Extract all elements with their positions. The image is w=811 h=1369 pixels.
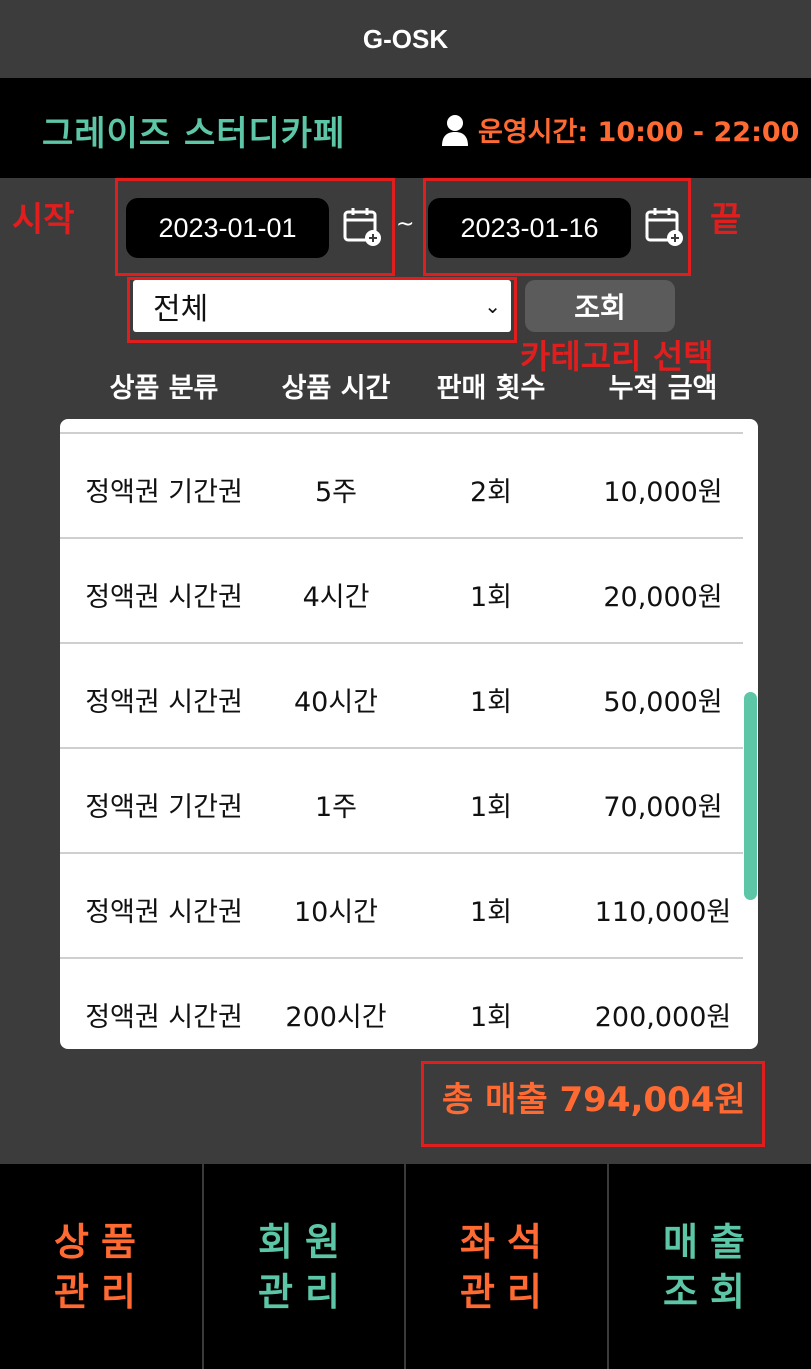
cell-sales-count: 1회 xyxy=(469,792,513,823)
bottom-nav: 상품 관리 회원 관리 좌석 관리 매출 조회 xyxy=(0,1164,811,1369)
cell-category: 정액권 시간권 xyxy=(85,687,243,718)
end-calendar-icon[interactable] xyxy=(645,206,685,246)
nav-sales-inquiry[interactable]: 매출 조회 xyxy=(609,1164,811,1369)
table-row[interactable]: 정액권 기간권 1주 1회 70,000원 xyxy=(60,747,743,852)
nav-label-line2: 관리 xyxy=(258,1269,352,1314)
column-header-category: 상품 분류 xyxy=(109,373,219,404)
cell-total-amount: 10,000원 xyxy=(603,477,723,508)
cell-category: 정액권 기간권 xyxy=(85,477,243,508)
cell-sales-count: 1회 xyxy=(469,897,513,928)
shop-name: 그레이즈 스터디카페 xyxy=(42,114,346,154)
nav-member-management[interactable]: 회원 관리 xyxy=(204,1164,406,1369)
nav-label-line2: 관리 xyxy=(54,1269,148,1314)
table-row[interactable]: 정액권 시간권 4시간 1회 20,000원 xyxy=(60,537,743,642)
cell-total-amount: 110,000원 xyxy=(594,897,732,928)
table-row[interactable]: 정액권 기간권 5주 2회 10,000원 xyxy=(60,432,743,537)
sales-table[interactable]: 정액권 기간권 5주 2회 10,000원 정액권 시간권 4시간 1회 20,… xyxy=(60,419,758,1049)
nav-seat-management[interactable]: 좌석 관리 xyxy=(406,1164,608,1369)
cell-total-amount: 70,000원 xyxy=(603,792,723,823)
cell-category: 정액권 시간권 xyxy=(85,1002,243,1033)
operating-hours: 운영시간: 10:00 - 22:00 xyxy=(440,110,799,149)
column-header-duration: 상품 시간 xyxy=(281,373,391,404)
start-date-field[interactable]: 2023-01-01 xyxy=(126,198,329,258)
nav-label-line2: 조회 xyxy=(663,1269,757,1314)
cell-duration: 200시간 xyxy=(285,1002,387,1033)
column-header-sales-count: 판매 횟수 xyxy=(436,373,546,404)
date-separator: ~ xyxy=(396,212,415,237)
category-select-value: 전체 xyxy=(153,292,209,327)
nav-product-management[interactable]: 상품 관리 xyxy=(0,1164,202,1369)
table-row[interactable]: 정액권 시간권 200시간 1회 200,000원 xyxy=(60,957,743,1049)
cell-sales-count: 1회 xyxy=(469,582,513,613)
cell-total-amount: 20,000원 xyxy=(603,582,723,613)
nav-label-line2: 관리 xyxy=(460,1269,554,1314)
header: 그레이즈 스터디카페 운영시간: 10:00 - 22:00 xyxy=(0,78,811,178)
app-title: G-OSK xyxy=(362,23,449,54)
annotation-end-label: 끝 xyxy=(710,200,742,240)
cell-sales-count: 2회 xyxy=(469,477,513,508)
cell-category: 정액권 기간권 xyxy=(85,792,243,823)
nav-label-line1: 회원 xyxy=(258,1219,352,1264)
nav-label-line1: 상품 xyxy=(54,1219,148,1264)
table-row[interactable]: 정액권 시간권 40시간 1회 50,000원 xyxy=(60,642,743,747)
operating-hours-text: 운영시간: 10:00 - 22:00 xyxy=(478,117,800,148)
start-calendar-icon[interactable] xyxy=(343,206,383,246)
cell-total-amount: 50,000원 xyxy=(603,687,723,718)
cell-total-amount: 200,000원 xyxy=(594,1002,732,1033)
app-title-bar: G-OSK xyxy=(0,0,811,78)
category-select[interactable]: 전체 ⌄ xyxy=(133,280,511,332)
cell-duration: 5주 xyxy=(314,477,358,508)
end-date-field[interactable]: 2023-01-16 xyxy=(428,198,631,258)
cell-duration: 10시간 xyxy=(293,897,379,928)
annotation-start-label: 시작 xyxy=(12,200,75,240)
cell-sales-count: 1회 xyxy=(469,1002,513,1033)
cell-category: 정액권 시간권 xyxy=(85,582,243,613)
nav-label-line1: 매출 xyxy=(663,1219,757,1264)
person-icon xyxy=(442,114,468,146)
cell-category: 정액권 시간권 xyxy=(85,897,243,928)
cell-duration: 40시간 xyxy=(293,687,379,718)
chevron-down-icon: ⌄ xyxy=(484,294,501,318)
search-button[interactable]: 조회 xyxy=(525,280,675,332)
total-sales: 총 매출 794,004원 xyxy=(442,1080,746,1120)
column-header-total-amount: 누적 금액 xyxy=(608,373,718,404)
cell-sales-count: 1회 xyxy=(469,687,513,718)
table-row[interactable]: 정액권 시간권 10시간 1회 110,000원 xyxy=(60,852,743,957)
nav-label-line1: 좌석 xyxy=(460,1219,554,1264)
cell-duration: 1주 xyxy=(314,792,358,823)
table-scrollbar[interactable] xyxy=(744,692,757,900)
cell-duration: 4시간 xyxy=(302,582,370,613)
